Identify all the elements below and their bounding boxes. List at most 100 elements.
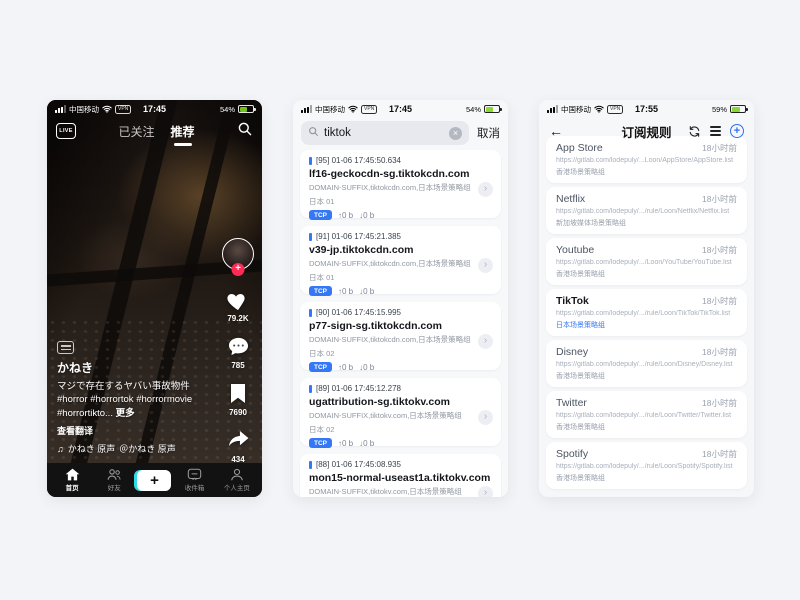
bookmark-count: 7690 [229,408,247,417]
rule-updated-time: 18小时前 [702,295,737,307]
rule-updated-time: 18小时前 [702,397,737,409]
add-rule-icon[interactable]: + [730,124,744,138]
chevron-right-icon[interactable]: › [478,486,493,497]
clock-label: 17:45 [389,104,412,114]
rule-policy-group: 香港场景策略组 [556,422,737,432]
carrier-label: 中国移动 [561,104,591,115]
battery-percent: 54% [220,105,235,114]
chevron-right-icon[interactable]: › [478,334,493,349]
log-domain: p77-sign-sg.tiktokcdn.com [309,320,492,332]
rule-list: App Store 18小时前 https://gitlab.com/lodep… [546,136,747,493]
log-seq-row: [91] 01-06 17:45:21.385 [309,232,492,241]
vpn-icon: VPN [361,105,377,114]
status-bar: 中国移动 VPN 17:55 59% [539,100,754,118]
tab-for-you[interactable]: 推荐 [171,123,195,140]
see-translation-button[interactable]: 查看翻译 [57,424,207,437]
bottom-tab-bar: 首页 好友 + 收件箱 个人主页 [47,463,262,497]
search-icon[interactable] [237,121,253,142]
rule-url: https://gitlab.com/lodepuly/.../rule/Loo… [556,463,737,470]
profile-icon [230,468,244,481]
comment-icon[interactable] [227,336,250,358]
caption-more-button[interactable]: 更多 [116,408,135,419]
share-icon[interactable] [227,430,250,452]
rule-card[interactable]: TikTok 18小时前 https://gitlab.com/lodepuly… [546,289,747,336]
log-card[interactable]: [91] 01-06 17:45:21.385 v39-jp.tiktokcdn… [300,226,501,294]
cancel-button[interactable]: 取消 [477,125,500,141]
tab-inbox[interactable]: 收件箱 [176,468,214,492]
rule-url: https://gitlab.com/lodepuly/.../rule/Loo… [556,412,737,419]
log-marker-icon [309,309,312,317]
follow-button[interactable]: + [232,263,245,276]
log-seq: [91] 01-06 17:45:21.385 [316,232,401,241]
tab-following[interactable]: 已关注 [118,123,154,140]
creator-avatar[interactable]: + [222,238,254,270]
tab-friends[interactable]: 好友 [95,468,133,492]
signal-icon [55,105,66,113]
chevron-right-icon[interactable]: › [478,410,493,425]
refresh-icon[interactable] [688,125,701,138]
battery-percent: 59% [712,105,727,114]
rule-card[interactable]: Netflix 18小时前 https://gitlab.com/lodepul… [546,187,747,234]
friends-icon [106,468,122,481]
log-card[interactable]: [89] 01-06 17:45:12.278 ugattribution-sg… [300,378,501,446]
log-marker-icon [309,461,312,469]
rule-url: https://gitlab.com/lodepuly/.../Loon/You… [556,259,737,266]
log-rule: DOMAIN-SUFFIX,tiktokcdn.com,日本场景策略组 [309,182,492,193]
log-seq: [90] 01-06 17:45:15.995 [316,308,401,317]
log-card[interactable]: [95] 01-06 17:45:50.634 lf16-geckocdn-sg… [300,150,501,218]
log-seq: [88] 01-06 17:45:08.935 [316,460,401,469]
rule-policy-group: 日本场景策略组 [556,320,737,330]
battery-icon [730,105,746,113]
rule-name: Youtube [556,244,594,256]
create-button[interactable]: + [137,470,171,491]
log-card[interactable]: [90] 01-06 17:45:15.995 p77-sign-sg.tikt… [300,302,501,370]
sound-row[interactable]: ♫ かねき 原声 ＠かねき 原声 [57,442,207,455]
rule-name: Disney [556,346,588,358]
rule-card[interactable]: Twitter 18小时前 https://gitlab.com/lodepul… [546,391,747,438]
rules-screenshot: 中国移动 VPN 17:55 59% ← 订阅规则 + App Store 18… [539,100,754,497]
rule-name: Twitter [556,397,587,409]
upload-bytes: ↑0 b [338,363,353,372]
search-input[interactable]: tiktok × [301,121,469,145]
bookmark-icon[interactable] [229,383,247,405]
clear-search-icon[interactable]: × [449,127,462,140]
protocol-badge: TCP [309,210,332,220]
log-domain: ugattribution-sg.tiktokv.com [309,396,492,408]
like-icon[interactable] [226,289,250,311]
subtitle-icon[interactable] [57,341,74,354]
tab-friends-label: 好友 [108,482,121,492]
search-query: tiktok [324,127,444,139]
clock-label: 17:45 [143,104,166,114]
tab-profile[interactable]: 个人主页 [218,468,256,492]
rule-url: https://gitlab.com/lodepuly/.../rule/Loo… [556,208,737,215]
vpn-icon: VPN [607,105,623,114]
chevron-right-icon[interactable]: › [478,182,493,197]
clock-label: 17:55 [635,104,658,114]
status-bar: 中国移动 VPN 17:45 54% [293,100,508,118]
status-bar: 中国移动 VPN 17:45 54% [47,100,262,118]
rule-card[interactable]: Disney 18小时前 https://gitlab.com/lodepuly… [546,340,747,387]
home-icon [65,468,80,481]
rule-card[interactable]: Spotify 18小时前 https://gitlab.com/lodepul… [546,442,747,489]
protocol-badge: TCP [309,286,332,296]
tab-home[interactable]: 首页 [53,468,91,492]
log-badge-row: TCP ↑0 b ↓0 b [309,362,492,372]
list-menu-icon[interactable] [710,126,721,136]
battery-icon [484,105,500,113]
caption-block: かねき マジで存在するヤバい事故物件 #horror #horrortok #h… [57,341,207,455]
upload-bytes: ↑0 b [338,287,353,296]
log-card[interactable]: [88] 01-06 17:45:08.935 mon15-normal-use… [300,454,501,497]
search-icon [308,124,319,142]
chevron-right-icon[interactable]: › [478,258,493,273]
sound-attribution: ＠かねき 原声 [119,442,176,455]
comment-count: 785 [231,361,244,370]
protocol-badge: TCP [309,362,332,372]
log-domain: mon15-normal-useast1a.tiktokv.com [309,472,492,484]
creator-username[interactable]: かねき [57,359,207,376]
rule-policy-group: 香港场景策略组 [556,167,737,177]
rule-card[interactable]: Youtube 18小时前 https://gitlab.com/lodepul… [546,238,747,285]
log-rule: DOMAIN-SUFFIX,tiktokv.com,日本场景策略组 [309,410,492,421]
download-bytes: ↓0 b [359,363,374,372]
live-button[interactable]: LIVE [56,123,76,139]
proxy-log-screenshot: 中国移动 VPN 17:45 54% tiktok × 取消 [95] 01-0… [293,100,508,497]
